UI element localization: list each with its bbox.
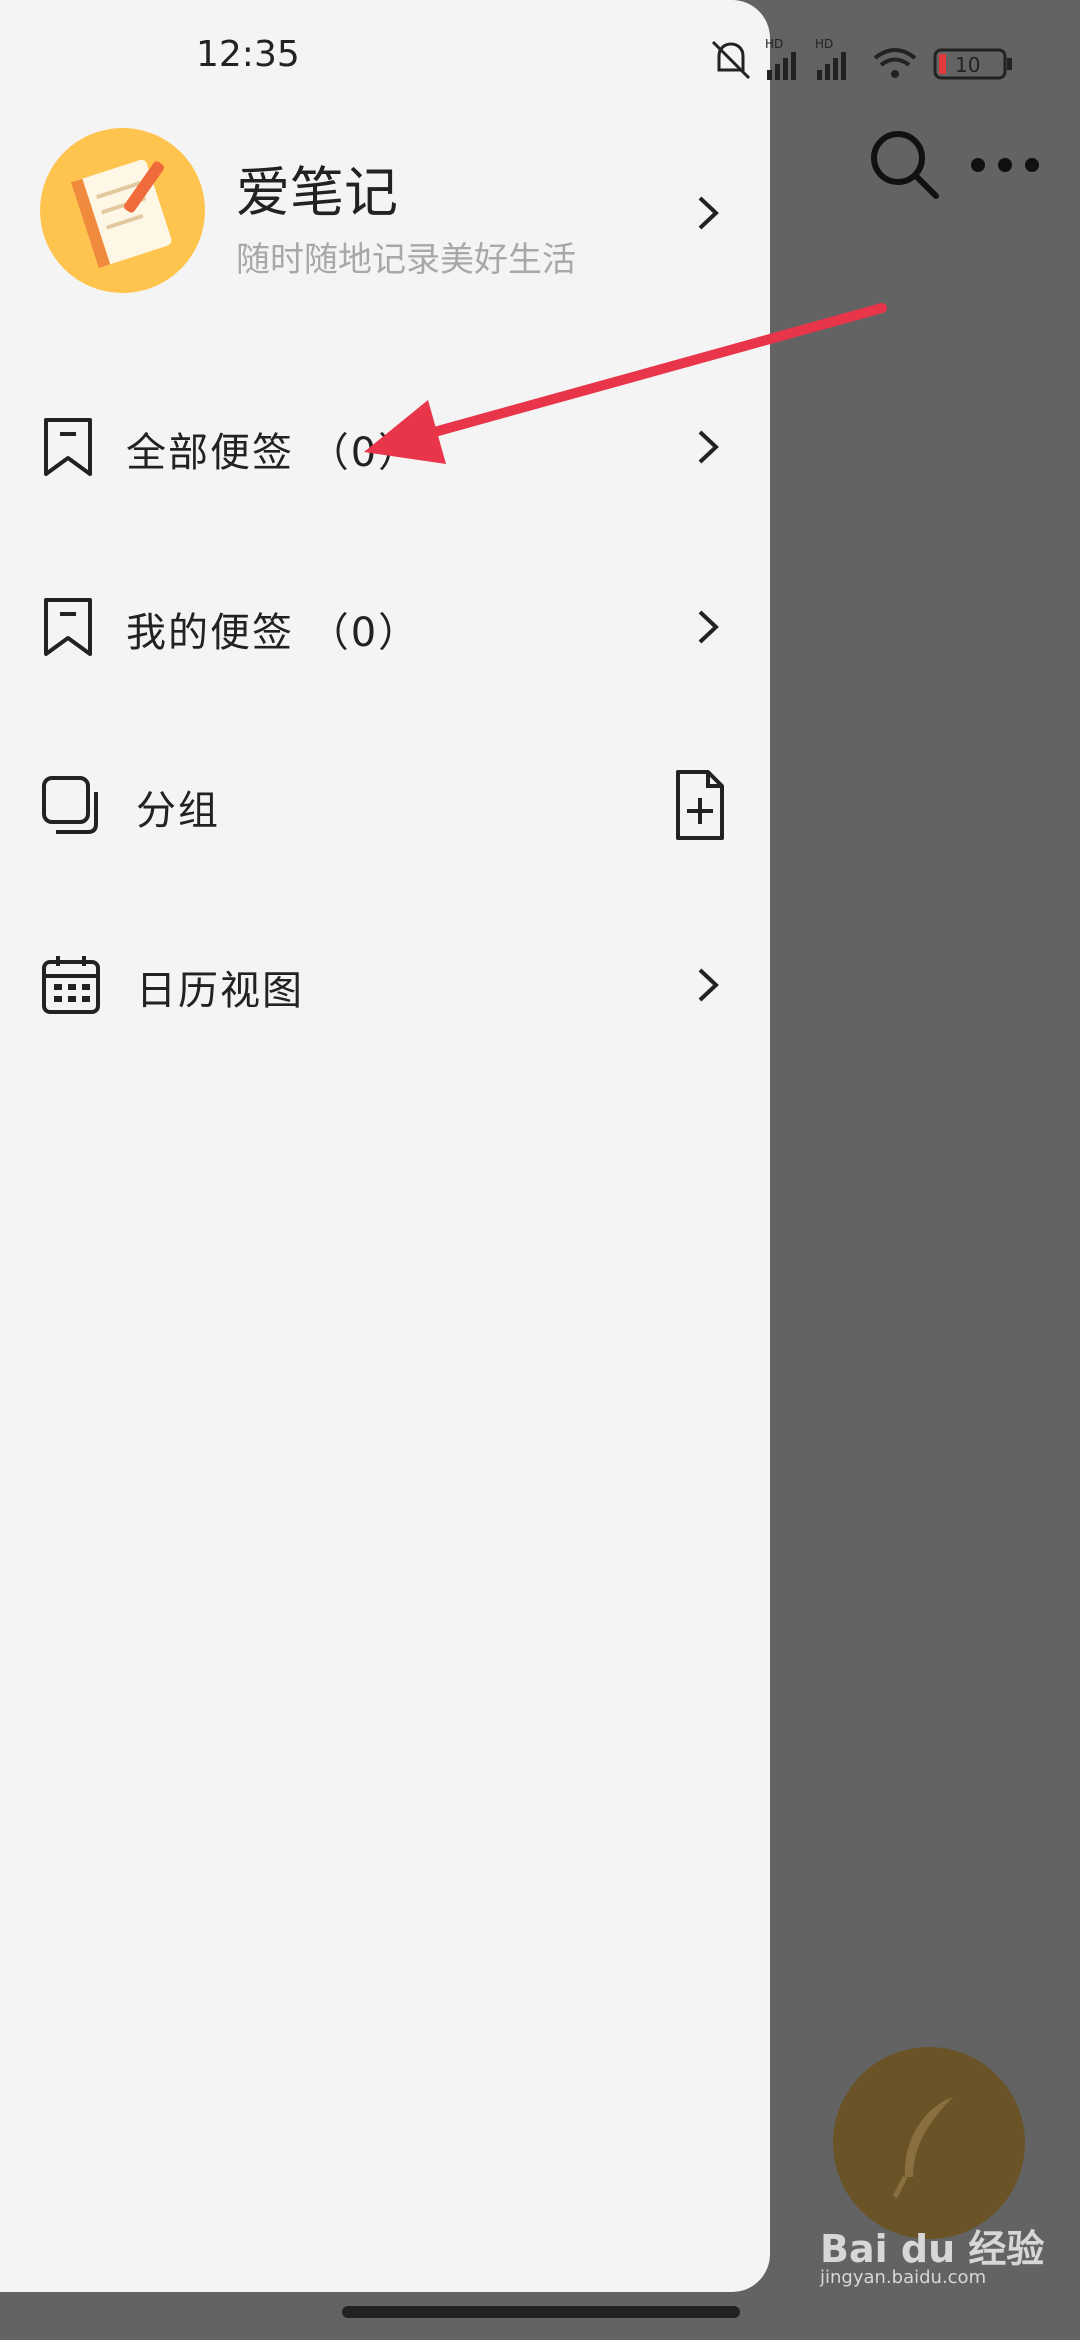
chevron-right-icon <box>698 430 719 464</box>
feather-icon <box>892 2097 953 2199</box>
app-name: 爱笔记 <box>236 161 398 224</box>
menu-item-calendar-view[interactable]: 日历视图 <box>40 940 740 1030</box>
signal-icon-2: HD <box>815 37 846 80</box>
svg-text:10: 10 <box>955 53 980 77</box>
home-indicator[interactable] <box>342 2306 740 2318</box>
svg-text:HD: HD <box>765 37 783 51</box>
notebook-icon <box>70 159 172 269</box>
profile-header[interactable]: 爱笔记 随时随地记录美好生活 <box>40 128 740 298</box>
folder-stack-icon <box>42 776 98 834</box>
new-note-fab[interactable] <box>833 2047 1025 2239</box>
chevron-right-icon <box>698 610 719 644</box>
chevron-right-icon <box>698 196 719 230</box>
menu-item-label: 全部便签 （0） <box>126 430 421 476</box>
search-icon[interactable] <box>868 128 942 202</box>
chevron-right-icon <box>698 968 719 1002</box>
signal-icon-1: HD <box>765 37 796 80</box>
calendar-icon <box>42 956 100 1014</box>
menu-item-label: 日历视图 <box>136 968 304 1014</box>
navigation-drawer: 12:35 HD HD 10 爱笔记 随时随地记录美好生活 全部便签 （0） 我… <box>0 0 1012 2292</box>
app-tagline: 随时随地记录美好生活 <box>236 240 576 280</box>
menu-item-my-notes[interactable]: 我的便签 （0） <box>40 582 740 672</box>
status-time: 12:35 <box>196 34 300 75</box>
menu-item-label: 分组 <box>136 788 220 834</box>
status-bar-icons: HD HD 10 <box>711 37 1012 80</box>
watermark-brand: Bai du 经验 <box>820 2227 1045 2271</box>
battery-icon: 10 <box>933 48 1012 80</box>
mute-icon <box>711 40 751 80</box>
wifi-icon <box>873 48 917 78</box>
svg-text:HD: HD <box>815 37 833 51</box>
more-options-icon[interactable] <box>968 150 1042 180</box>
app-logo-avatar <box>40 128 205 293</box>
add-file-icon[interactable] <box>670 766 730 844</box>
menu-item-label: 我的便签 （0） <box>126 610 421 656</box>
menu-item-all-notes[interactable]: 全部便签 （0） <box>40 402 740 492</box>
bookmark-icon <box>44 418 92 476</box>
menu-item-groups[interactable]: 分组 <box>40 760 740 850</box>
bookmark-icon <box>44 598 92 656</box>
watermark: Bai du 经验 jingyan.baidu.com <box>820 2218 1044 2288</box>
